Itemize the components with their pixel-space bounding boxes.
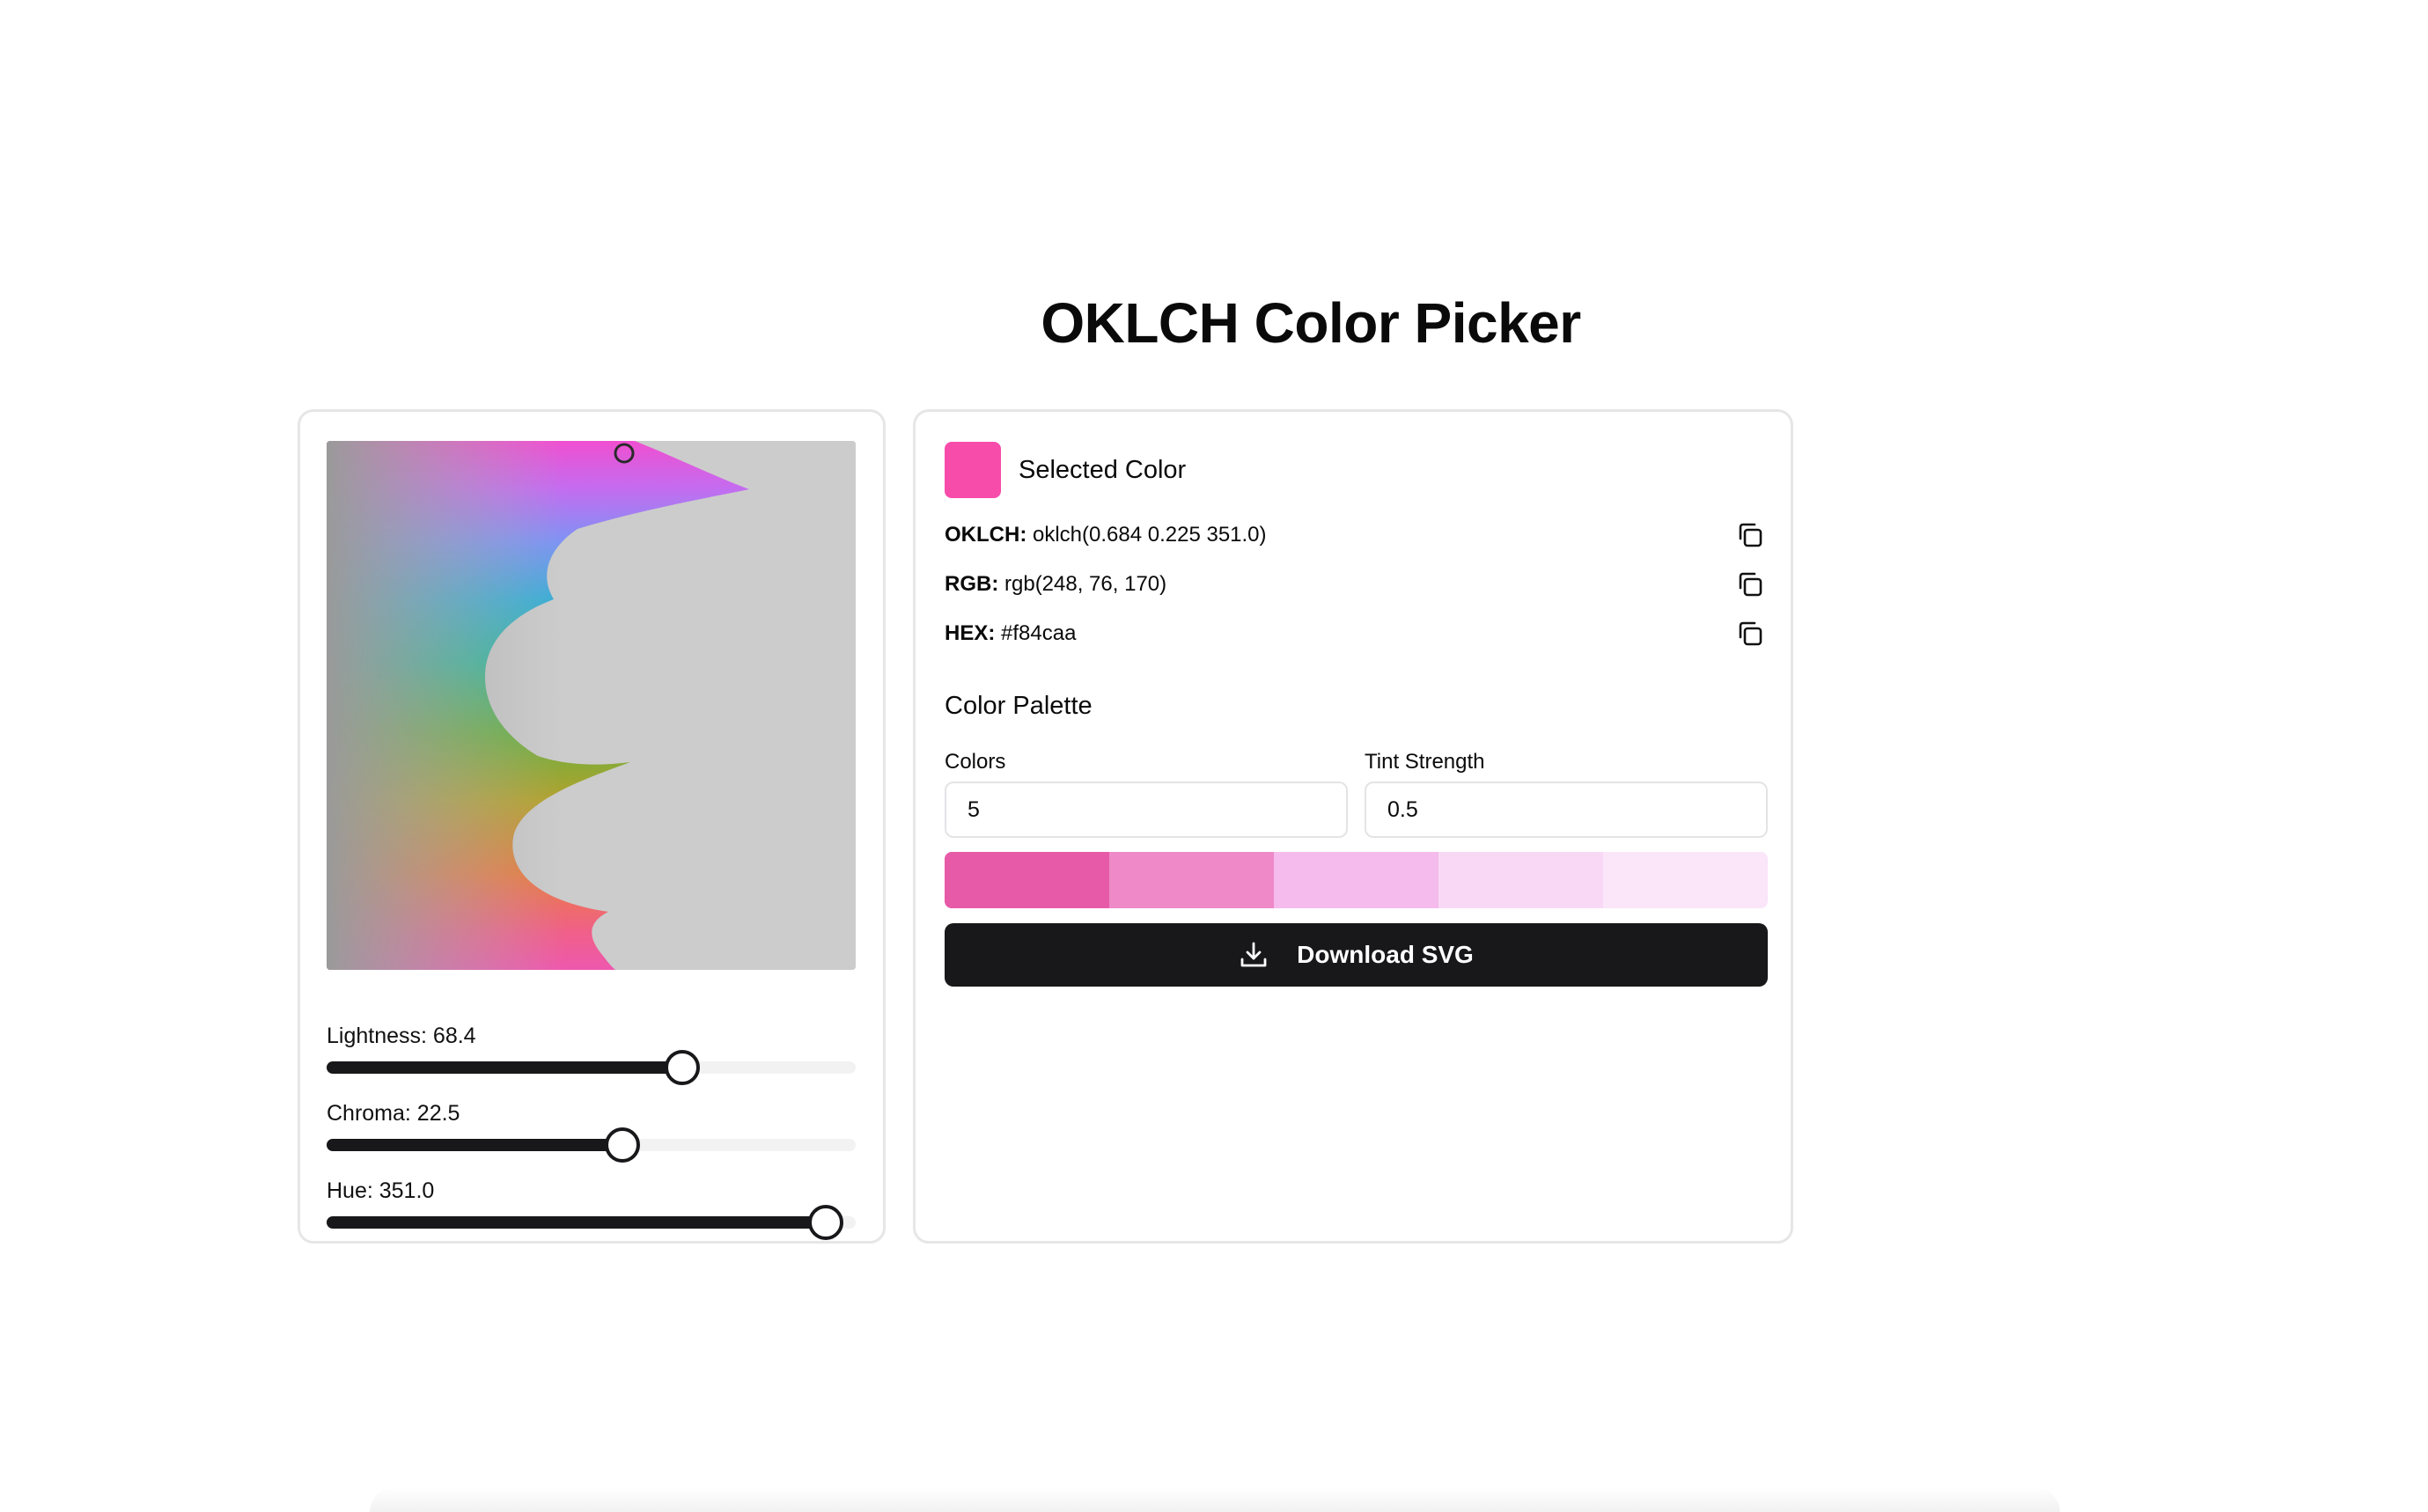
palette-swatch [1438,852,1603,908]
chroma-label: Chroma: 22.5 [327,1101,460,1126]
oklch-row: OKLCH: oklch(0.684 0.225 351.0) [945,517,1768,553]
hex-key: HEX: [945,621,996,645]
download-icon [1240,942,1267,967]
copy-rgb-button[interactable] [1733,567,1768,602]
color-plane-svg[interactable] [327,441,856,970]
lightness-label: Lightness: 68.4 [327,1024,476,1048]
palette-swatch [1603,852,1768,908]
palette-strip [945,852,1768,908]
color-plane[interactable] [327,441,856,970]
palette-swatch [1274,852,1438,908]
rgb-value: rgb(248, 76, 170) [1004,572,1167,596]
palette-swatch [945,852,1109,908]
hue-track[interactable] [327,1205,856,1240]
rgb-key: RGB: [945,572,999,596]
colors-count-input[interactable] [945,782,1348,838]
download-svg-button[interactable]: Download SVG [945,923,1768,987]
oklch-key: OKLCH: [945,523,1027,547]
tint-strength-label: Tint Strength [1365,750,1485,774]
tint-strength-input[interactable] [1365,782,1768,838]
colors-count-label: Colors [945,750,1006,774]
copy-icon [1739,621,1762,646]
page-title: OKLCH Color Picker [1041,291,1581,355]
selected-color-label: Selected Color [1019,456,1187,484]
lightness-track[interactable] [327,1050,856,1085]
hex-value: #f84caa [1001,621,1077,645]
copy-oklch-button[interactable] [1733,517,1768,553]
chroma-fill [327,1139,622,1151]
hue-label: Hue: 351.0 [327,1178,435,1203]
copy-hex-button[interactable] [1733,616,1768,651]
hue-fill [327,1216,826,1229]
copy-icon [1739,572,1762,597]
lightness-thumb[interactable] [664,1050,700,1085]
hex-row: HEX: #f84caa [945,616,1768,651]
selected-color-swatch [945,442,1001,498]
bottom-shadow [370,1487,2060,1512]
hue-thumb[interactable] [807,1205,843,1240]
gray-overlay [327,441,856,970]
oklch-value: oklch(0.684 0.225 351.0) [1033,523,1267,547]
palette-swatch [1109,852,1274,908]
download-svg-label: Download SVG [1297,941,1474,968]
copy-icon [1739,523,1762,547]
details-panel: Selected Color OKLCH: oklch(0.684 0.225 … [913,409,1793,1244]
chroma-track[interactable] [327,1127,856,1163]
chroma-thumb[interactable] [604,1127,640,1163]
lightness-fill [327,1061,682,1074]
picker-panel: Lightness: 68.4 Chroma: 22.5 Hue: 351.0 [298,409,886,1244]
palette-section-title: Color Palette [945,692,1093,720]
rgb-row: RGB: rgb(248, 76, 170) [945,567,1768,602]
